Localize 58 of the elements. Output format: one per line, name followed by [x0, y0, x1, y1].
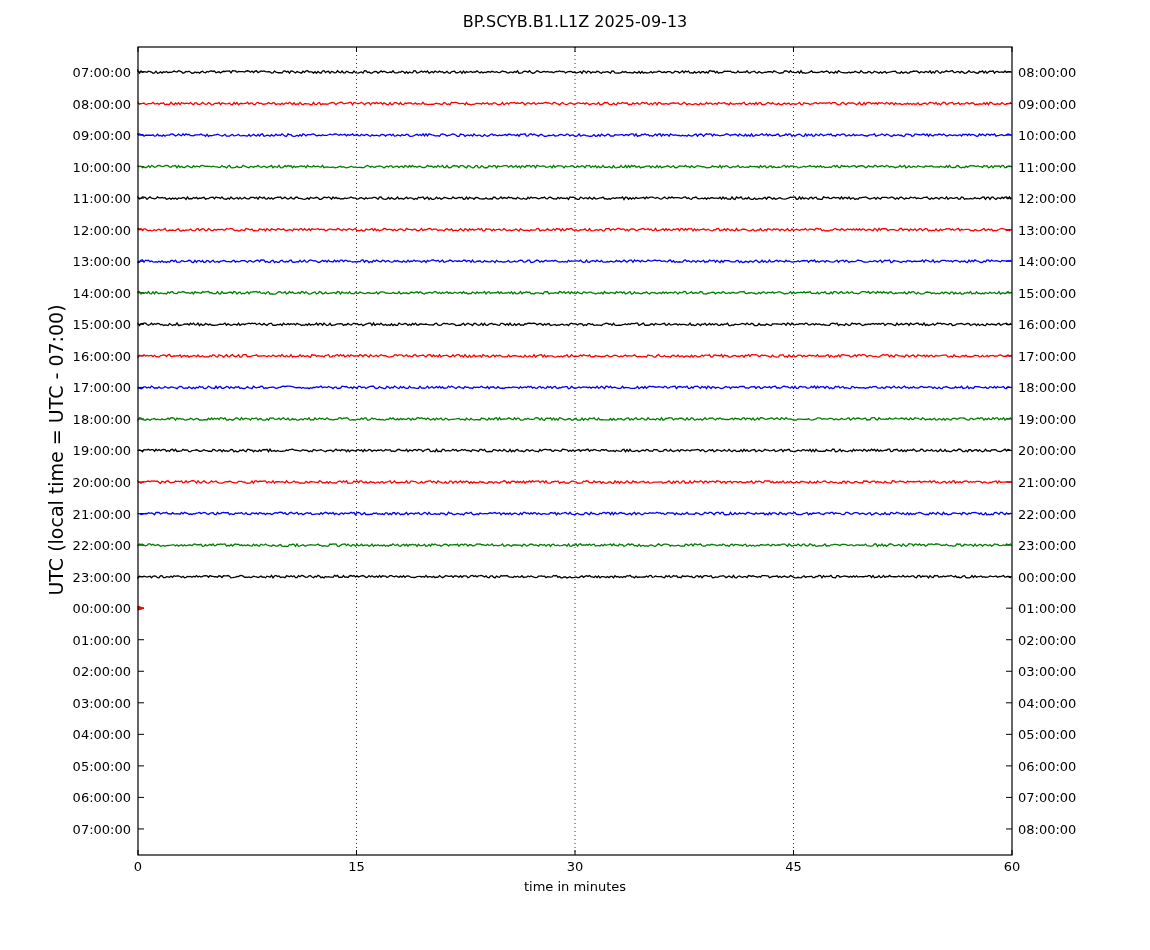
left-time-label: 12:00:00 — [72, 222, 131, 238]
right-time-label: 20:00:00 — [1018, 443, 1077, 459]
chart-title: BP.SCYB.B1.L1Z 2025-09-13 — [462, 12, 688, 31]
right-time-label: 06:00:00 — [1018, 758, 1077, 774]
left-time-label: 21:00:00 — [72, 506, 131, 522]
left-time-label: 02:00:00 — [72, 664, 131, 680]
left-time-label: 15:00:00 — [72, 317, 131, 333]
right-time-label: 15:00:00 — [1018, 285, 1077, 301]
right-time-label: 16:00:00 — [1018, 317, 1077, 333]
right-time-label: 12:00:00 — [1018, 191, 1077, 207]
left-time-label: 17:00:00 — [72, 380, 131, 396]
left-time-label: 03:00:00 — [72, 695, 131, 711]
left-time-label: 13:00:00 — [72, 254, 131, 270]
right-time-label: 04:00:00 — [1018, 695, 1077, 711]
left-time-label: 23:00:00 — [72, 569, 131, 585]
left-time-label: 19:00:00 — [72, 443, 131, 459]
left-time-label: 08:00:00 — [72, 96, 131, 112]
left-time-label: 16:00:00 — [72, 348, 131, 364]
x-tick-label: 60 — [1003, 859, 1021, 874]
left-time-label: 07:00:00 — [72, 65, 131, 80]
left-time-label: 18:00:00 — [72, 411, 131, 427]
right-time-label: 23:00:00 — [1018, 538, 1077, 554]
left-time-label: 00:00:00 — [72, 601, 131, 617]
right-time-label: 03:00:00 — [1018, 664, 1077, 680]
right-time-label: 19:00:00 — [1018, 411, 1077, 427]
right-time-label: 08:00:00 — [1018, 65, 1077, 80]
right-time-label: 13:00:00 — [1018, 222, 1077, 238]
right-time-label: 07:00:00 — [1018, 790, 1077, 806]
right-time-label: 11:00:00 — [1018, 159, 1077, 175]
right-time-label: 00:00:00 — [1018, 569, 1077, 585]
right-time-label: 05:00:00 — [1018, 727, 1077, 743]
right-time-label: 21:00:00 — [1018, 475, 1077, 490]
right-time-label: 02:00:00 — [1018, 632, 1077, 648]
x-tick-label: 30 — [566, 859, 584, 874]
left-time-label: 22:00:00 — [72, 538, 131, 554]
x-tick-label: 45 — [785, 859, 802, 874]
left-time-label: 01:00:00 — [72, 632, 131, 648]
right-time-label: 01:00:00 — [1018, 601, 1077, 617]
x-tick-label: 0 — [133, 859, 143, 874]
left-time-label: 09:00:00 — [72, 128, 131, 144]
right-time-label: 14:00:00 — [1018, 254, 1077, 270]
left-time-label: 07:00:00 — [72, 821, 131, 837]
right-time-label: 18:00:00 — [1018, 380, 1077, 396]
left-time-label: 10:00:00 — [72, 159, 131, 175]
right-time-label: 22:00:00 — [1018, 506, 1077, 522]
left-time-label: 11:00:00 — [72, 191, 131, 207]
left-time-label: 20:00:00 — [72, 475, 131, 490]
right-time-label: 10:00:00 — [1018, 128, 1077, 144]
right-time-label: 17:00:00 — [1018, 348, 1077, 364]
y-axis-label: UTC (local time = UTC - 07:00) — [45, 304, 67, 596]
x-axis-label: time in minutes — [523, 879, 627, 894]
left-time-label: 06:00:00 — [72, 790, 131, 806]
left-time-label: 14:00:00 — [72, 285, 131, 301]
x-tick-label: 15 — [348, 859, 365, 874]
right-time-label: 08:00:00 — [1018, 821, 1077, 837]
right-time-label: 09:00:00 — [1018, 96, 1077, 112]
left-time-label: 05:00:00 — [72, 758, 131, 774]
left-time-label: 04:00:00 — [72, 727, 131, 743]
